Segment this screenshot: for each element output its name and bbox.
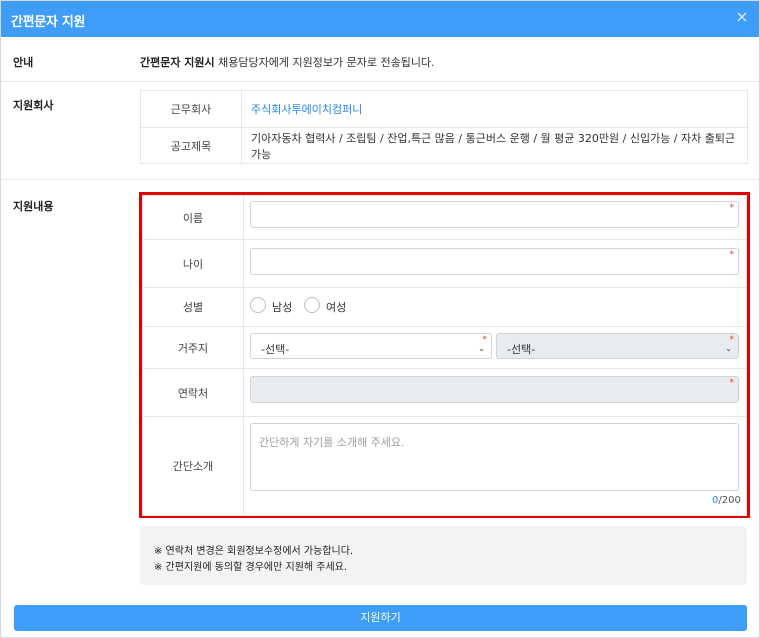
close-icon[interactable]: × xyxy=(735,9,749,25)
dialog-titlebar: 간편문자 지원 × xyxy=(1,1,759,37)
name-label: 이름 xyxy=(142,195,244,240)
divider xyxy=(1,179,759,180)
info-line: ※ 연락처 변경은 회원정보수정에서 가능합니다. xyxy=(154,546,354,557)
guide-notice-text: 채용담당자에게 지원정보가 문자로 전송됩니다. xyxy=(214,56,435,69)
age-input[interactable]: * xyxy=(250,248,739,275)
gender-male-label[interactable]: 남성 xyxy=(272,299,292,315)
char-counter: 0/200 xyxy=(712,495,741,506)
divider xyxy=(1,81,759,82)
guide-label: 안내 xyxy=(13,56,34,69)
submit-button[interactable]: 지원하기 xyxy=(14,605,747,631)
gender-female-radio[interactable] xyxy=(304,297,320,313)
company-name-label: 근무회사 xyxy=(140,90,242,128)
chevron-down-icon: ⌄ xyxy=(725,344,732,353)
company-table: 근무회사 주식회사투에이치컴퍼니 공고제목 기아자동차 협력사 / 조립팀 / … xyxy=(140,90,748,164)
info-box: ※ 연락처 변경은 회원정보수정에서 가능합니다. ※ 간편지원에 동의할 경우… xyxy=(140,526,747,585)
gender-row: 성별 xyxy=(142,287,747,327)
apply-form-highlight: 이름 나이 성별 거주지 연락처 간단소개 * * 남성 여성 -선택- * ⌄… xyxy=(139,192,750,518)
info-line: ※ 간편지원에 동의할 경우에만 지원해 주세요. xyxy=(154,562,348,573)
intro-placeholder: 간단하게 자기를 소개해 주세요. xyxy=(259,436,405,449)
residence-province-value: -선택- xyxy=(261,343,290,356)
residence-label: 거주지 xyxy=(142,326,244,369)
gender-male-radio[interactable] xyxy=(250,297,266,313)
apply-section-label: 지원내용 xyxy=(13,200,54,213)
guide-notice: 간편문자 지원시 채용담당자에게 지원정보가 문자로 전송됩니다. xyxy=(140,54,435,70)
required-mark: * xyxy=(729,250,735,260)
residence-city-select[interactable]: -선택- * ⌄ xyxy=(496,333,739,359)
company-name-value: 주식회사투에이치컴퍼니 xyxy=(241,90,748,128)
intro-label: 간단소개 xyxy=(142,416,244,516)
required-mark: * xyxy=(729,378,735,388)
gender-female-label[interactable]: 여성 xyxy=(326,299,346,315)
company-name-link[interactable]: 주식회사투에이치컴퍼니 xyxy=(251,103,362,116)
name-input[interactable]: * xyxy=(250,201,739,228)
intro-textarea[interactable]: 간단하게 자기를 소개해 주세요. xyxy=(250,423,739,491)
job-title-row: 공고제목 기아자동차 협력사 / 조립팀 / 잔업,특근 많음 / 통근버스 운… xyxy=(140,127,748,164)
job-title-value: 기아자동차 협력사 / 조립팀 / 잔업,특근 많음 / 통근버스 운행 / 월… xyxy=(241,127,748,164)
contact-input[interactable]: * xyxy=(250,376,739,403)
char-counter-max: /200 xyxy=(718,495,741,506)
required-mark: * xyxy=(729,203,735,213)
age-label: 나이 xyxy=(142,239,244,288)
apply-dialog: 간편문자 지원 × 안내 간편문자 지원시 채용담당자에게 지원정보가 문자로 … xyxy=(0,0,760,638)
residence-city-value: -선택- xyxy=(507,343,536,356)
company-section-label: 지원회사 xyxy=(13,99,54,112)
contact-label: 연락처 xyxy=(142,368,244,417)
gender-label: 성별 xyxy=(142,287,244,327)
job-title-label: 공고제목 xyxy=(140,127,242,164)
residence-province-select[interactable]: -선택- * ⌄ xyxy=(250,333,492,359)
company-row: 근무회사 주식회사투에이치컴퍼니 xyxy=(140,90,748,128)
guide-notice-bold: 간편문자 지원시 xyxy=(140,56,215,69)
chevron-down-icon: ⌄ xyxy=(478,344,485,353)
dialog-title: 간편문자 지원 xyxy=(11,15,86,30)
